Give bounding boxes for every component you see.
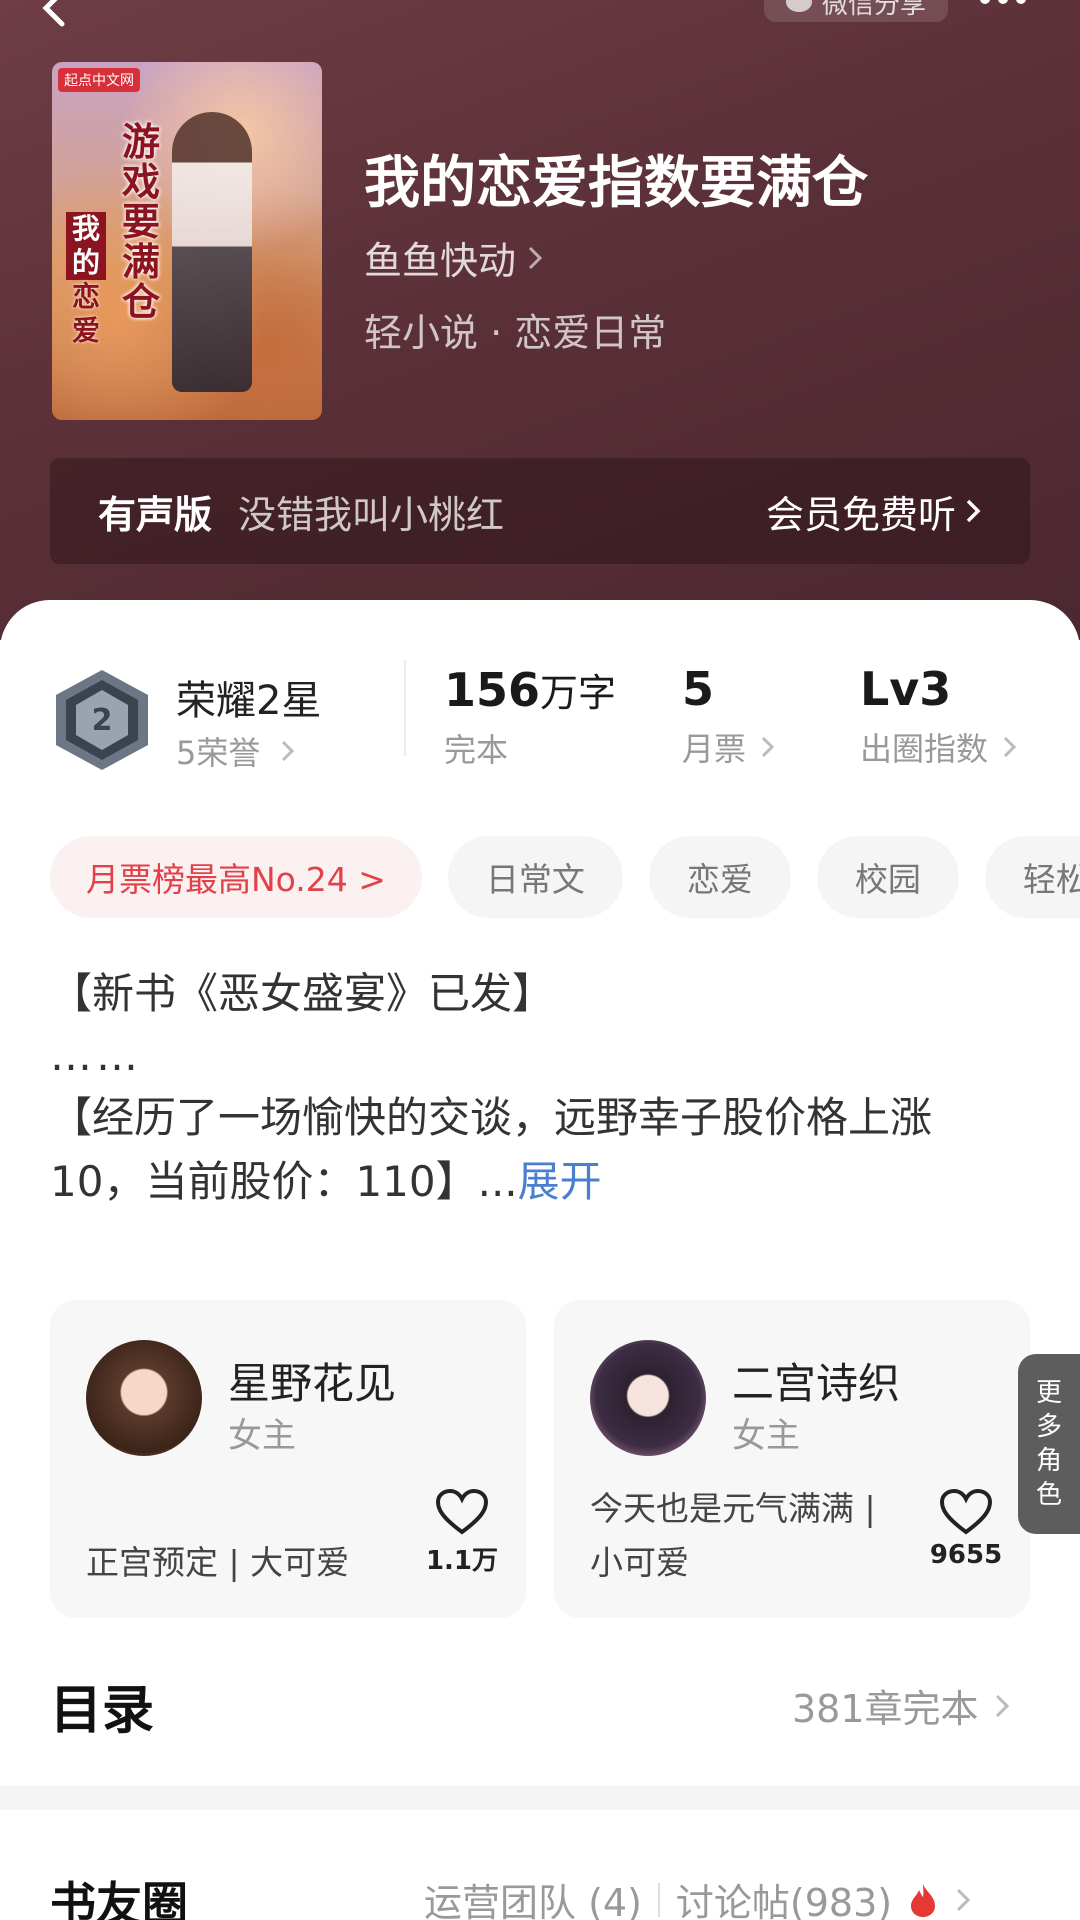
fire-icon — [911, 1883, 936, 1917]
synopsis-line: 10，当前股价：110】...展开 — [50, 1157, 602, 1206]
cover-publisher-logo: 起点中文网 — [58, 68, 140, 92]
reader-circle-link[interactable]: 运营团队 (4) 讨论帖(983) — [424, 1872, 972, 1920]
synopsis-ellipsis: …… — [50, 1031, 142, 1080]
honor-link[interactable]: 5荣誉 — [176, 728, 296, 774]
more-characters-button[interactable]: 更 多 角 色 — [1018, 1354, 1080, 1534]
chevron-right-icon — [995, 1694, 1009, 1717]
svg-text:2: 2 — [92, 703, 113, 738]
like-count: 9655 — [929, 1540, 1003, 1570]
popularity-index-stat[interactable]: Lv3 出圈指数 — [860, 662, 1018, 770]
book-genre: 轻小说 · 恋爱日常 — [364, 311, 667, 355]
chevron-right-icon — [1003, 736, 1017, 758]
operations-team-count: 运营团队 (4) — [424, 1881, 642, 1920]
section-separator — [0, 1786, 1080, 1810]
back-arrow-icon[interactable] — [36, 0, 76, 30]
chevron-right-icon — [761, 736, 775, 758]
tag-row: 月票榜最高No.24 > 日常文 恋爱 校园 轻松 — [50, 836, 1080, 918]
cover-title-side: 我 的 恋 爱 — [66, 212, 106, 348]
book-synopsis: 【新书《恶女盛宴》已发】 …… 【经历了一场愉快的交谈，远野幸子股价格上涨 10… — [50, 962, 1010, 1214]
honor-title: 荣耀2星 — [176, 678, 322, 724]
audio-label: 有声版 — [98, 492, 213, 537]
book-cover[interactable]: 起点中文网 游 戏 要 满 仓 我 的 恋 爱 — [52, 62, 322, 420]
reader-circle-title: 书友圈 — [50, 1877, 188, 1920]
author-name: 鱼鱼快动 — [364, 239, 517, 283]
author-link[interactable]: 鱼鱼快动 — [364, 230, 544, 285]
character-role: 女主 — [228, 1416, 296, 1456]
divider — [657, 1882, 660, 1917]
tag-daily[interactable]: 日常文 — [447, 836, 623, 918]
word-count-stat: 156万字 完本 — [444, 663, 617, 769]
synopsis-line: 【经历了一场愉快的交谈，远野幸子股价格上涨 — [50, 1093, 933, 1142]
tag-relaxed[interactable]: 轻松 — [984, 836, 1080, 918]
chevron-right-icon — [528, 246, 543, 269]
chevron-right-icon — [282, 740, 295, 762]
book-title: 我的恋爱指数要满仓 — [364, 151, 868, 216]
tag-campus[interactable]: 校园 — [816, 836, 959, 918]
character-name: 二宫诗织 — [732, 1359, 901, 1408]
expand-link[interactable]: 展开 — [518, 1157, 602, 1206]
toc-link[interactable]: 381章完本 — [792, 1678, 1011, 1733]
stats-divider — [404, 660, 406, 756]
character-role: 女主 — [732, 1416, 800, 1456]
wechat-icon — [785, 0, 812, 12]
wechat-share-button[interactable]: 微信分享 — [764, 0, 948, 22]
more-options-icon[interactable] — [980, 0, 1026, 4]
discussion-count: 讨论帖(983) — [675, 1881, 893, 1920]
honor-badge-icon: 2 — [56, 670, 148, 770]
ranking-tag[interactable]: 月票榜最高No.24 > — [50, 836, 422, 918]
share-label: 微信分享 — [821, 0, 926, 20]
heart-icon — [435, 1488, 489, 1535]
monthly-ticket-stat[interactable]: 5 月票 — [682, 662, 776, 770]
character-name: 星野花见 — [228, 1359, 397, 1408]
character-like-button[interactable]: 1.1万 — [422, 1488, 502, 1577]
tag-romance[interactable]: 恋爱 — [648, 836, 791, 918]
character-description: 正宫预定 | 大可爱 — [86, 1543, 350, 1582]
member-free-listen-button[interactable]: 会员免费听 — [766, 484, 982, 539]
character-avatar — [590, 1340, 706, 1456]
cover-title-art: 游 戏 要 满 仓 — [121, 120, 160, 324]
character-description: 今天也是元气满满 | 小可爱 — [590, 1489, 876, 1582]
heart-icon — [939, 1488, 993, 1535]
like-count: 1.1万 — [425, 1546, 499, 1576]
synopsis-line: 【新书《恶女盛宴》已发】 — [50, 969, 555, 1018]
toc-title: 目录 — [50, 1681, 155, 1741]
chevron-right-icon — [966, 499, 981, 523]
character-like-button[interactable]: 9655 — [926, 1488, 1006, 1570]
chevron-right-icon — [957, 1888, 971, 1911]
audio-version-bar[interactable]: 有声版 没错我叫小桃红 会员免费听 — [50, 458, 1030, 564]
audio-narrator: 没错我叫小桃红 — [238, 492, 505, 537]
character-avatar — [86, 1340, 202, 1456]
